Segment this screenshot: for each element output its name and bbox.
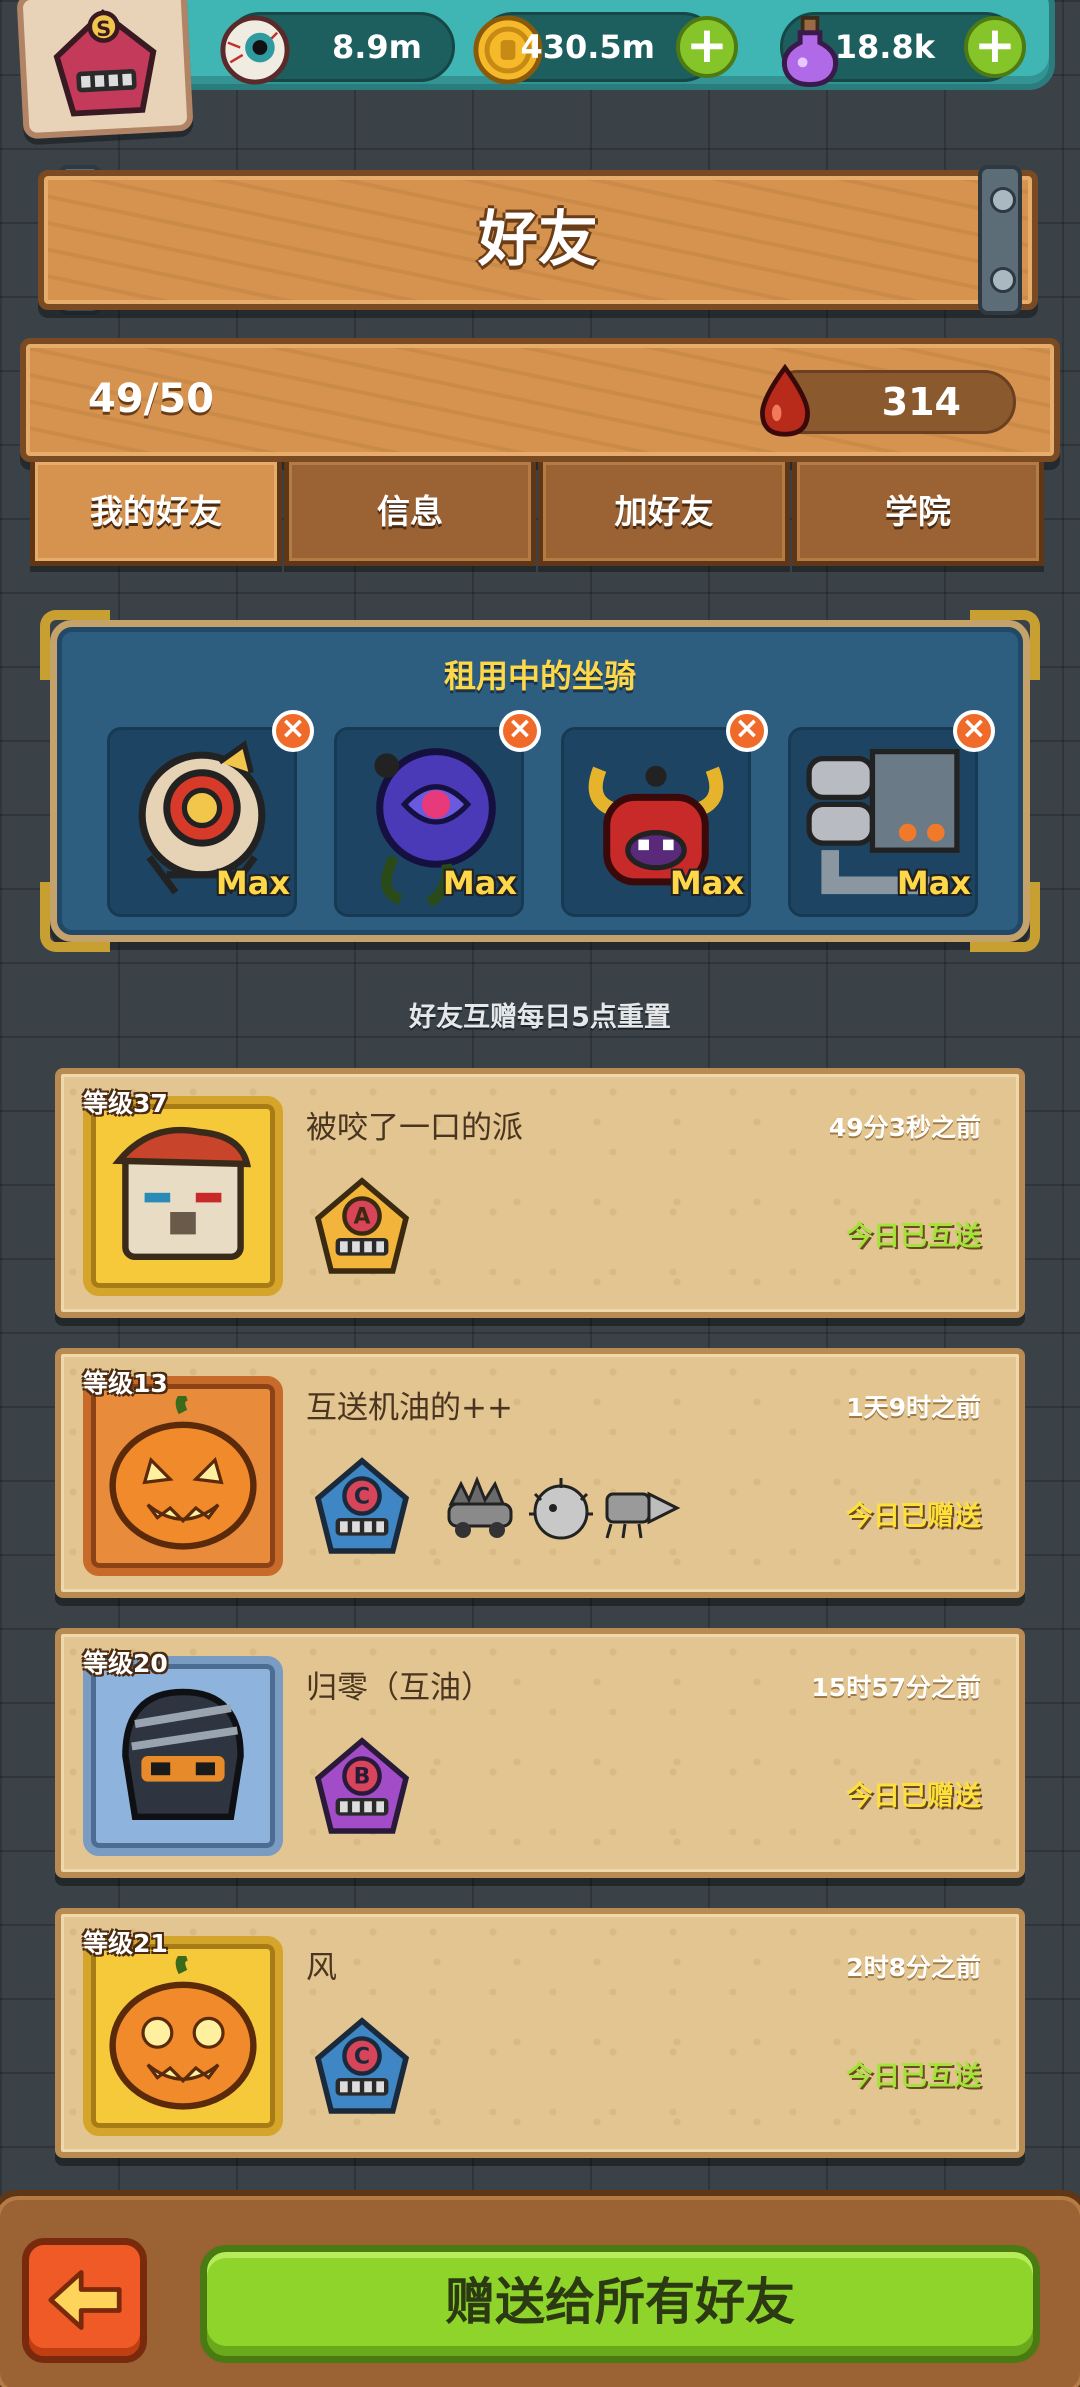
last-online-time: 49分3秒之前 xyxy=(828,1113,981,1142)
rank-c-badge-icon: C xyxy=(314,2017,410,2114)
title-board: 好友 xyxy=(38,170,1038,310)
blood-counter: 314 xyxy=(760,363,1016,437)
pufferfish-vehicle-icon xyxy=(529,1478,593,1540)
friend-name: 互送机油的++ xyxy=(306,1390,513,1426)
pumpkin-avatar-icon xyxy=(109,1396,257,1550)
mount-slot-demon[interactable]: Max × xyxy=(561,710,768,917)
add-potion-button[interactable]: + xyxy=(964,16,1026,78)
eyeball-icon xyxy=(220,15,290,85)
mount-level: Max xyxy=(896,864,971,902)
friend-level: 等级21 xyxy=(83,1929,168,1958)
drill-vehicle-icon xyxy=(605,1491,681,1539)
friend-name: 风 xyxy=(306,1950,337,1986)
spiked-vehicle-icon xyxy=(447,1475,513,1538)
svg-text:C: C xyxy=(354,2045,370,2070)
friend-card[interactable]: 等级21 风 2时8分之前 今日已互送 C xyxy=(55,1908,1025,2158)
back-arrow-icon xyxy=(48,2270,122,2330)
mount-slot-lion-dance[interactable]: Max × xyxy=(107,710,314,917)
tab-academy[interactable]: 学院 xyxy=(792,462,1044,566)
friend-avatar xyxy=(83,1936,283,2136)
last-online-time: 2时8分之前 xyxy=(846,1953,981,1982)
friend-card[interactable]: 等级37 被咬了一口的派 49分3秒之前 今日已互送 A xyxy=(55,1068,1025,1318)
mount-level: Max xyxy=(215,864,290,902)
daily-reset-note: 好友互赠每日5点重置 xyxy=(409,1002,671,1033)
svg-text:B: B xyxy=(354,1765,371,1790)
panel-corner xyxy=(970,882,1040,952)
friend-card[interactable]: 等级20 归零（互油） 15时57分之前 今日已赠送 B xyxy=(55,1628,1025,1878)
mount-slot-rose[interactable]: Max × xyxy=(334,710,541,917)
blood-value: 314 xyxy=(881,380,961,424)
stats-board: 49/50 314 xyxy=(20,338,1060,462)
rented-mounts-panel: 租用中的坐骑 Max × Max × Max × Max × xyxy=(50,620,1030,942)
rank-c-badge-icon: C xyxy=(314,1457,410,1554)
add-coins-button[interactable]: + xyxy=(676,16,738,78)
svg-text:S: S xyxy=(96,17,112,42)
rented-mounts-heading: 租用中的坐骑 xyxy=(443,657,636,695)
gift-status: 今日已互送 xyxy=(846,1221,981,1252)
ninja-avatar-icon xyxy=(122,1688,244,1820)
back-button[interactable] xyxy=(22,2238,147,2363)
svg-text:C: C xyxy=(354,1485,370,1510)
tab-my-friends[interactable]: 我的好友 xyxy=(30,462,282,566)
eyeball-resource: 8.9m xyxy=(220,12,455,85)
remove-mount-button[interactable]: × xyxy=(953,710,995,752)
pumpkin-avatar-icon xyxy=(109,1956,257,2110)
eyeball-value: 8.9m xyxy=(331,28,422,66)
mount-level: Max xyxy=(669,864,744,902)
friend-avatar xyxy=(83,1656,283,1856)
blood-drop-icon xyxy=(760,363,810,437)
box-robot-avatar-icon xyxy=(112,1126,252,1260)
friend-name: 被咬了一口的派 xyxy=(306,1110,523,1146)
svg-text:A: A xyxy=(353,1205,370,1230)
gift-all-friends-button[interactable]: 赠送给所有好友 xyxy=(200,2245,1040,2363)
friend-count: 49/50 xyxy=(88,376,214,422)
player-avatar[interactable]: S xyxy=(16,0,194,140)
rank-b-badge-icon: B xyxy=(314,1737,410,1834)
mount-level: Max xyxy=(442,864,517,902)
panel-corner xyxy=(40,882,110,952)
remove-mount-button[interactable]: × xyxy=(272,710,314,752)
friend-level: 等级13 xyxy=(83,1369,168,1398)
friend-level: 等级37 xyxy=(83,1089,168,1118)
tab-add-friend[interactable]: 加好友 xyxy=(538,462,790,566)
friend-avatar xyxy=(83,1096,283,1296)
page-title: 好友 xyxy=(478,205,598,275)
last-online-time: 15时57分之前 xyxy=(811,1673,981,1702)
mount-slot-machine[interactable]: Max × xyxy=(788,710,995,917)
tab-messages[interactable]: 信息 xyxy=(284,462,536,566)
friend-name: 归零（互油） xyxy=(306,1670,492,1706)
remove-mount-button[interactable]: × xyxy=(499,710,541,752)
panel-corner xyxy=(40,610,110,680)
gift-status: 今日已赠送 xyxy=(846,1501,981,1532)
gift-status: 今日已互送 xyxy=(846,2061,981,2092)
bolt-right xyxy=(978,165,1022,315)
rank-a-badge-icon: A xyxy=(314,1177,410,1274)
friend-card[interactable]: 等级13 互送机油的++ 1天9时之前 今日已赠送 C xyxy=(55,1348,1025,1598)
panel-corner xyxy=(970,610,1040,680)
rank-s-badge-icon: S xyxy=(53,9,157,117)
friend-level: 等级20 xyxy=(83,1649,168,1678)
potion-value: 18.8k xyxy=(834,28,935,66)
gift-status: 今日已赠送 xyxy=(846,1781,981,1812)
last-online-time: 1天9时之前 xyxy=(846,1393,981,1422)
remove-mount-button[interactable]: × xyxy=(726,710,768,752)
coin-value: 430.5m xyxy=(520,28,655,66)
friend-avatar xyxy=(83,1376,283,1576)
